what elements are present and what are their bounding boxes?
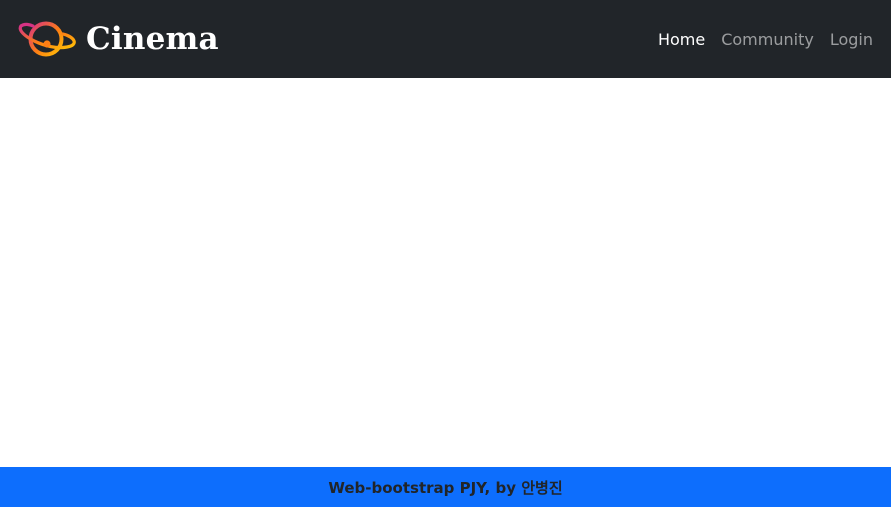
main-content [0,78,891,467]
brand-name: Cinema [86,20,219,57]
footer: Web-bootstrap PJY, by 안병진 [0,467,891,507]
nav-link-home[interactable]: Home [658,22,705,57]
nav-link-login[interactable]: Login [830,22,873,57]
footer-credit: Web-bootstrap PJY, by 안병진 [328,478,563,497]
planet-orbit-icon [18,21,76,57]
navbar: Cinema Home Community Login [0,0,891,78]
main-nav: Home Community Login [642,22,873,57]
brand-link[interactable]: Cinema [17,17,219,61]
nav-link-community[interactable]: Community [721,22,814,57]
